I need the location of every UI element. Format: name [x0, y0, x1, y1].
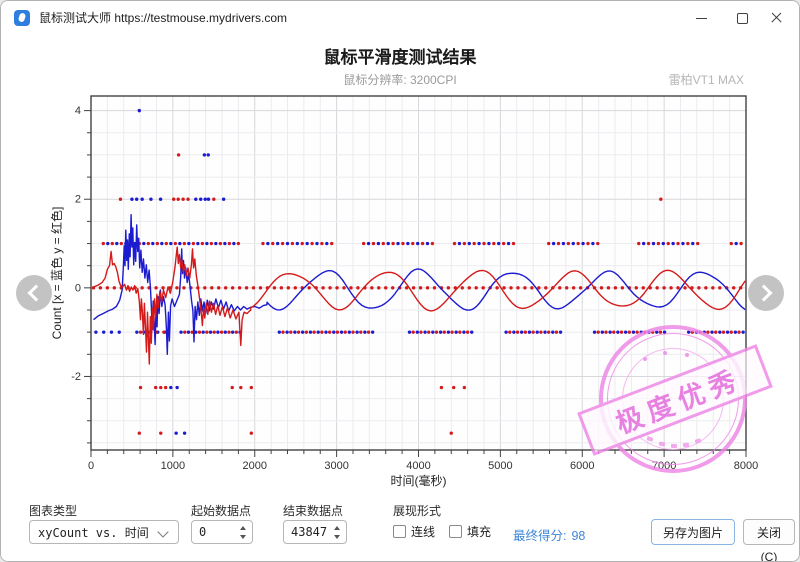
line-checkbox[interactable] [393, 525, 406, 538]
connect-lines-option[interactable]: 连线 [393, 523, 435, 540]
close-button[interactable]: 关闭(C) [743, 519, 795, 545]
footer-toolbar: 图表类型 xyCount vs. 时间 起始数据点 0 结束数据点 43847 … [1, 497, 799, 561]
svg-text:3000: 3000 [324, 460, 348, 472]
maximize-button[interactable] [727, 1, 757, 35]
save-as-image-button[interactable]: 另存为图片 [651, 519, 735, 545]
svg-text:0: 0 [75, 282, 81, 294]
chevron-left-icon [28, 285, 45, 302]
chart-type-select[interactable]: xyCount vs. 时间 [29, 520, 179, 544]
prev-result-button[interactable] [16, 275, 52, 311]
chart-type-label: 图表类型 [29, 502, 77, 519]
svg-text:4: 4 [75, 105, 81, 117]
spin-down-icon [240, 535, 246, 539]
svg-text:时间(毫秒): 时间(毫秒) [391, 473, 447, 488]
spin-up-icon [240, 526, 246, 530]
smoothness-chart: 0 1000 2000 3000 4000 5000 6000 7000 8000 -2 0 2 4 时间… [1, 89, 800, 491]
svg-text:6000: 6000 [570, 460, 594, 472]
svg-text:-2: -2 [71, 371, 81, 383]
chevron-down-icon [157, 526, 168, 537]
start-spin-down-button[interactable] [235, 532, 250, 541]
app-window: 鼠标测试大师 https://testmouse.mydrivers.com 鼠… [0, 0, 800, 562]
spin-down-icon [334, 535, 340, 539]
window-title: 鼠标测试大师 https://testmouse.mydrivers.com [39, 1, 287, 35]
device-name-label: 雷柏VT1 MAX [669, 71, 744, 88]
final-score: 最终得分: 98 [513, 525, 585, 544]
start-point-label: 起始数据点 [191, 502, 251, 519]
display-mode-label: 展现形式 [393, 502, 441, 519]
line-checkbox-label: 连线 [411, 523, 435, 540]
app-icon [14, 10, 30, 26]
start-point-input[interactable]: 0 [191, 520, 253, 544]
minimize-icon [696, 18, 707, 19]
titlebar: 鼠标测试大师 https://testmouse.mydrivers.com [1, 1, 799, 35]
svg-text:4000: 4000 [406, 460, 430, 472]
svg-text:0: 0 [88, 460, 94, 472]
fill-checkbox-label: 填充 [467, 523, 491, 540]
close-window-button[interactable] [761, 1, 791, 35]
next-result-button[interactable] [748, 275, 784, 311]
maximize-icon [737, 13, 748, 24]
end-point-input[interactable]: 43847 [283, 520, 347, 544]
svg-text:2: 2 [75, 194, 81, 206]
page-title: 鼠标平滑度测试结果 [1, 43, 799, 68]
svg-text:7000: 7000 [652, 460, 676, 472]
fill-checkbox[interactable] [449, 525, 462, 538]
start-spin-up-button[interactable] [235, 523, 250, 532]
svg-text:8000: 8000 [734, 460, 758, 472]
fill-option[interactable]: 填充 [449, 523, 491, 540]
end-point-value: 43847 [291, 521, 327, 543]
end-point-label: 结束数据点 [283, 502, 343, 519]
svg-text:Count [x = 蓝色 y = 红色]: Count [x = 蓝色 y = 红色] [49, 207, 64, 340]
minimize-button[interactable] [687, 1, 717, 35]
score-value: 98 [571, 529, 585, 543]
svg-text:1000: 1000 [161, 460, 185, 472]
svg-text:5000: 5000 [488, 460, 512, 472]
spin-up-icon [334, 526, 340, 530]
start-point-value: 0 [199, 521, 206, 543]
end-spin-down-button[interactable] [329, 532, 344, 541]
chart-type-value: xyCount vs. 时间 [38, 526, 149, 540]
svg-text:2000: 2000 [243, 460, 267, 472]
end-spin-up-button[interactable] [329, 523, 344, 532]
score-label: 最终得分: [513, 529, 566, 543]
chevron-right-icon [756, 285, 773, 302]
